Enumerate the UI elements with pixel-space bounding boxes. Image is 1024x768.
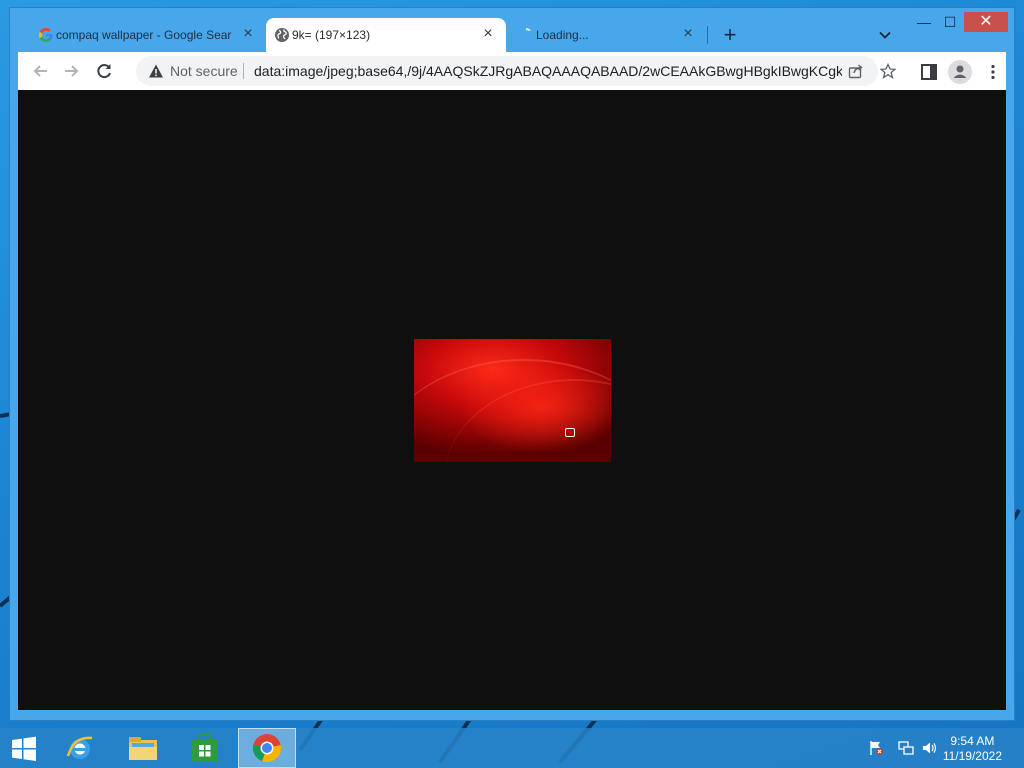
side-panel-icon[interactable]: [920, 63, 938, 81]
close-window-button[interactable]: ✕: [964, 12, 1008, 32]
compaq-logo-mark: [565, 428, 575, 437]
new-tab-button[interactable]: +: [720, 24, 740, 46]
store-button[interactable]: [176, 728, 234, 768]
internet-explorer-icon: [66, 736, 93, 759]
address-divider: [243, 63, 244, 79]
folder-icon: [129, 737, 157, 760]
tab-google-search[interactable]: compaq wallpaper - Google Sear ×: [30, 18, 266, 52]
close-tab-icon[interactable]: ×: [240, 26, 256, 42]
action-center-flag-icon[interactable]: [868, 740, 884, 756]
security-status-label[interactable]: Not secure: [170, 63, 238, 79]
compaq-wallpaper-image[interactable]: [414, 339, 611, 462]
globe-icon: [275, 28, 289, 42]
tab-loading[interactable]: Loading... ×: [510, 18, 706, 52]
warning-triangle-icon[interactable]: [148, 63, 164, 79]
back-arrow-icon[interactable]: [30, 60, 52, 82]
star-bookmark-icon[interactable]: [880, 63, 896, 79]
chrome-taskbar-button[interactable]: [238, 728, 296, 768]
share-icon[interactable]: [848, 63, 864, 79]
internet-explorer-button[interactable]: [52, 728, 110, 768]
loading-spinner-icon: [525, 27, 531, 32]
close-tab-icon[interactable]: ×: [680, 26, 696, 42]
image-viewer-area: [18, 90, 1006, 710]
chrome-icon: [252, 734, 282, 763]
tab-title: 9k= (197×123): [292, 28, 371, 42]
kebab-menu-icon[interactable]: [984, 63, 1002, 81]
tab-title: Loading...: [536, 28, 589, 42]
speaker-volume-icon[interactable]: [922, 740, 938, 756]
maximize-button[interactable]: ☐: [936, 12, 964, 32]
tab-strip: compaq wallpaper - Google Sear × 9k= (19…: [10, 8, 1014, 52]
windows-logo-icon: [12, 736, 36, 761]
browser-toolbar: Not secure data:image/jpeg;base64,/9j/4A…: [18, 52, 1006, 90]
network-icon[interactable]: [898, 740, 914, 756]
minimize-button[interactable]: —: [910, 12, 938, 32]
tab-image-view[interactable]: 9k= (197×123) ×: [266, 18, 506, 52]
address-bar[interactable]: Not secure data:image/jpeg;base64,/9j/4A…: [136, 56, 896, 86]
url-text[interactable]: data:image/jpeg;base64,/9j/4AAQSkZJRgABA…: [254, 63, 842, 79]
clock-time: 9:54 AM: [950, 734, 995, 748]
tab-title: compaq wallpaper - Google Sear: [56, 28, 232, 42]
clock-date: 11/19/2022: [942, 749, 1002, 763]
windows-store-icon: [192, 732, 218, 762]
close-tab-icon[interactable]: ×: [480, 26, 496, 42]
tab-separator: [707, 26, 708, 44]
system-clock[interactable]: 9:54 AM 11/19/2022: [943, 734, 1002, 764]
browser-window: compaq wallpaper - Google Sear × 9k= (19…: [10, 8, 1014, 720]
profile-avatar-icon[interactable]: [948, 60, 972, 84]
forward-arrow-icon[interactable]: [60, 60, 82, 82]
taskbar: 9:54 AM 11/19/2022: [0, 728, 1024, 768]
start-button[interactable]: [0, 728, 58, 768]
chevron-down-icon[interactable]: [878, 28, 892, 42]
google-g-icon: [39, 28, 53, 42]
reload-icon[interactable]: [93, 60, 115, 82]
file-explorer-button[interactable]: [114, 728, 172, 768]
